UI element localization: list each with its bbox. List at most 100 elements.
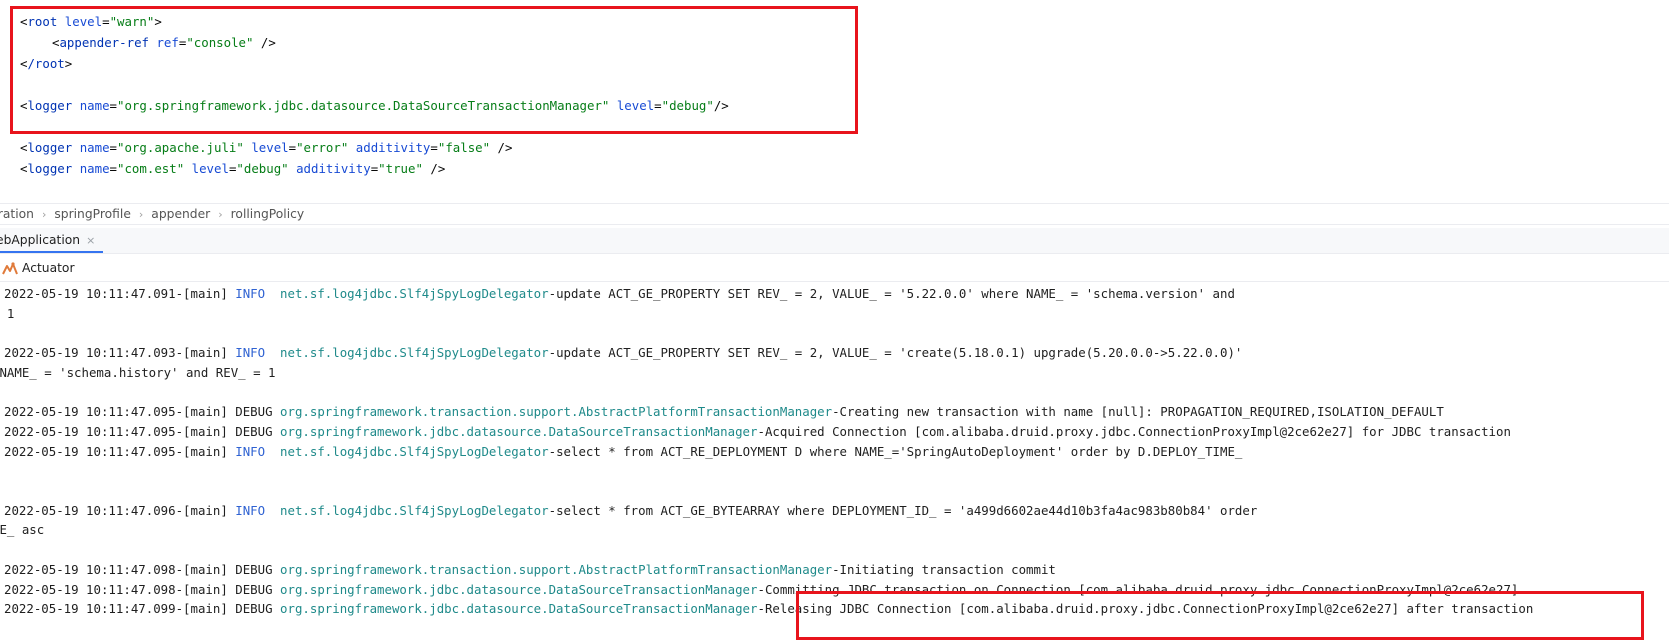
actuator-icon[interactable]	[2, 260, 18, 276]
logger-name[interactable]: org.springframework.jdbc.datasource.Data…	[280, 601, 757, 616]
bracket: />	[490, 140, 513, 155]
log-timestamp: 2022-05-19 10:11:47.095-[main]	[4, 404, 236, 420]
breadcrumb-item[interactable]: springProfile	[54, 207, 131, 221]
xml-attr: ref	[156, 35, 179, 50]
logger-name[interactable]: net.sf.log4jdbc.Slf4jSpyLogDelegator	[280, 444, 549, 459]
log-level: DEBUG	[235, 561, 273, 577]
run-tool-tabs: ebApplication ×	[0, 228, 1669, 254]
log-level: INFO	[235, 345, 273, 361]
xml-value: "debug"	[661, 98, 714, 113]
log-timestamp: 2022-05-19 10:11:47.093-[main]	[4, 345, 236, 361]
xml-attr: name	[79, 98, 110, 113]
xml-attr: level	[64, 14, 103, 29]
logger-name[interactable]: net.sf.log4jdbc.Slf4jSpyLogDelegator	[280, 503, 549, 518]
equals: =	[430, 140, 438, 155]
log-message: -select * from ACT_GE_BYTEARRAY where DE…	[548, 502, 1258, 518]
log-level: DEBUG	[235, 601, 273, 617]
xml-tag: appender-ref	[59, 35, 149, 50]
log-level: INFO	[235, 502, 273, 518]
xml-attr: level	[251, 140, 289, 155]
log-timestamp: 2022-05-19 10:11:47.095-[main]	[4, 423, 236, 439]
log-timestamp: 2022-05-19 10:11:47.098-[main]	[4, 561, 236, 577]
log-line: = 1	[0, 304, 14, 324]
log-line: NAME_ = 'schema.history' and REV_ = 1	[0, 363, 275, 383]
equals: =	[102, 14, 110, 29]
xml-value: "com.est"	[117, 161, 185, 176]
tab-run-application[interactable]: ebApplication ×	[0, 228, 104, 253]
chevron-right-icon: ›	[218, 207, 223, 221]
xml-value: "true"	[378, 161, 423, 176]
log-message: -Initiating transaction commit	[832, 561, 1056, 577]
chevron-right-icon: ›	[41, 207, 47, 221]
bracket: />	[713, 98, 729, 113]
log-text: = 1	[6, 305, 15, 321]
logger-name[interactable]: net.sf.log4jdbc.Slf4jSpyLogDelegator	[280, 345, 549, 360]
log-line: 2022-05-19 10:11:47.091-[main] INFO net.…	[4, 284, 1235, 304]
xml-attr: additivity	[296, 161, 371, 176]
xml-tag: logger	[27, 98, 73, 113]
logger-name[interactable]: org.springframework.jdbc.datasource.Data…	[280, 582, 757, 597]
log-line: 2022-05-19 10:11:47.098-[main] DEBUG org…	[4, 560, 1056, 580]
log-line: 2022-05-19 10:11:47.095-[main] DEBUG org…	[4, 422, 1511, 442]
code-line: <appender-ref ref="console" />	[52, 33, 276, 53]
breadcrumb-item[interactable]: uration	[0, 207, 34, 221]
xml-value: "org.apache.juli"	[117, 140, 244, 155]
log-line: 2022-05-19 10:11:47.095-[main] DEBUG org…	[4, 402, 1444, 422]
log-timestamp: 2022-05-19 10:11:47.095-[main]	[4, 443, 236, 459]
xml-attr: level	[616, 98, 655, 113]
logger-name[interactable]: org.springframework.transaction.support.…	[280, 562, 832, 577]
log-timestamp: 2022-05-19 10:11:47.091-[main]	[4, 286, 236, 301]
bracket: />	[253, 35, 276, 50]
xml-value: "debug"	[236, 161, 289, 176]
xml-editor[interactable]: <root level="warn"> <appender-ref ref="co…	[0, 0, 1669, 198]
log-level: DEBUG	[235, 581, 273, 597]
log-timestamp: 2022-05-19 10:11:47.098-[main]	[4, 581, 236, 597]
code-line: <logger name="com.est" level="debug" add…	[20, 159, 445, 179]
log-message: -Committing JDBC transaction on Connecti…	[757, 581, 1519, 597]
xml-value: "console"	[186, 35, 254, 50]
log-text: NAME_ = 'schema.history' and REV_ = 1	[0, 364, 276, 380]
xml-value: "org.springframework.jdbc.datasource.Dat…	[117, 98, 610, 113]
log-text: ME_ asc	[0, 522, 45, 538]
equals: =	[654, 98, 662, 113]
code-line: <logger name="org.apache.juli" level="er…	[20, 138, 512, 158]
xml-tag: root	[27, 14, 58, 29]
console-output[interactable]: 2022-05-19 10:11:47.091-[main] INFO net.…	[0, 282, 1669, 640]
log-level: DEBUG	[235, 423, 273, 439]
logger-name[interactable]: net.sf.log4jdbc.Slf4jSpyLogDelegator	[280, 286, 549, 301]
actuator-tab-label[interactable]: Actuator	[22, 254, 75, 282]
log-timestamp: 2022-05-19 10:11:47.096-[main]	[4, 502, 236, 518]
log-line: 2022-05-19 10:11:47.096-[main] INFO net.…	[4, 501, 1257, 521]
xml-tag: /root	[27, 56, 65, 71]
bracket: >	[154, 14, 162, 29]
equals: =	[109, 140, 118, 155]
log-message: -update ACT_GE_PROPERTY SET REV_ = 2, VA…	[548, 345, 1243, 361]
code-line: </root>	[20, 54, 72, 74]
xml-value: "warn"	[109, 14, 155, 29]
logger-name[interactable]: org.springframework.jdbc.datasource.Data…	[280, 424, 757, 439]
logger-name[interactable]: org.springframework.transaction.support.…	[280, 404, 832, 419]
ide-window: <root level="warn"> <appender-ref ref="co…	[0, 0, 1669, 640]
log-line: 2022-05-19 10:11:47.095-[main] INFO net.…	[4, 442, 1242, 462]
log-message: -update ACT_GE_PROPERTY SET REV_ = 2, VA…	[548, 286, 1235, 301]
log-message: -Acquired Connection [com.alibaba.druid.…	[757, 423, 1511, 439]
close-icon[interactable]: ×	[86, 234, 95, 247]
xml-attr: level	[191, 161, 229, 176]
breadcrumb-item[interactable]: rollingPolicy	[231, 207, 305, 221]
xml-tag: logger	[27, 140, 73, 155]
breadcrumb-item[interactable]: appender	[151, 207, 210, 221]
log-message: -select * from ACT_RE_DEPLOYMENT D where…	[548, 443, 1243, 459]
log-line: ME_ asc	[0, 520, 44, 540]
equals: =	[109, 98, 118, 113]
